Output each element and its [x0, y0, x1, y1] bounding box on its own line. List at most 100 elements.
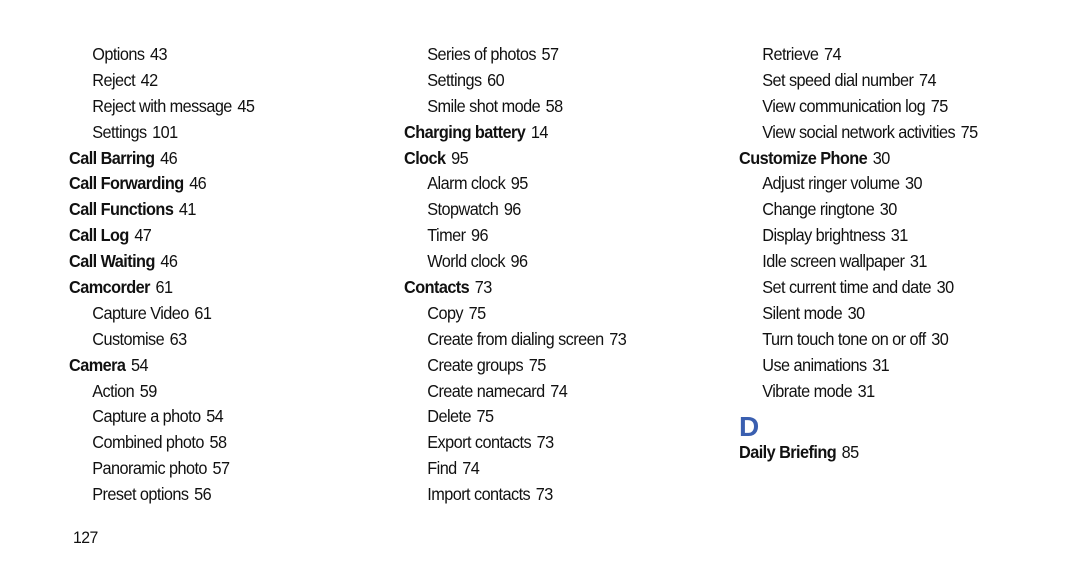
page-reference[interactable]: 46	[189, 173, 207, 193]
page-reference[interactable]: 95	[451, 148, 469, 168]
index-entry: Call Barring 46	[69, 146, 254, 172]
page-reference[interactable]: 31	[910, 251, 928, 271]
index-term: Smile shot mode	[427, 95, 541, 116]
index-term: Call Log	[69, 225, 129, 246]
page-reference[interactable]: 58	[209, 432, 227, 452]
page-reference[interactable]: 95	[511, 173, 529, 193]
index-term: Idle screen wallpaper	[762, 251, 905, 272]
index-term: Alarm clock	[427, 173, 506, 194]
page-reference[interactable]: 30	[873, 148, 891, 168]
page-reference[interactable]: 43	[150, 44, 168, 64]
page-reference[interactable]: 96	[471, 225, 489, 245]
page-reference[interactable]: 75	[469, 303, 487, 323]
index-term: Call Waiting	[69, 251, 155, 272]
index-subentry: View communication log 75	[739, 94, 978, 120]
page-reference[interactable]: 30	[931, 329, 949, 349]
page-reference[interactable]: 59	[140, 381, 158, 401]
page-reference[interactable]: 61	[155, 277, 173, 297]
index-term: Create from dialing screen	[427, 328, 604, 349]
page-reference[interactable]: 54	[206, 406, 224, 426]
page-reference[interactable]: 30	[937, 277, 955, 297]
index-subentry: Adjust ringer volume 30	[739, 171, 978, 197]
index-term: Call Functions	[69, 199, 174, 220]
index-term: Customise	[92, 328, 165, 349]
index-term: Create namecard	[427, 380, 545, 401]
index-term: Retrieve	[762, 44, 819, 64]
index-term: Silent mode	[762, 302, 843, 323]
page-reference[interactable]: 73	[475, 277, 493, 297]
page-reference[interactable]: 46	[160, 148, 178, 168]
page-reference[interactable]: 61	[194, 303, 212, 323]
page-reference[interactable]: 96	[504, 199, 522, 219]
page-reference[interactable]: 75	[931, 96, 949, 116]
index-subentry: Change ringtone 30	[739, 197, 978, 223]
index-subentry: View social network activities 75	[739, 120, 978, 146]
page-reference[interactable]: 74	[824, 44, 842, 64]
page-reference[interactable]: 73	[537, 432, 555, 452]
index-subentry: Settings 60	[404, 68, 626, 94]
index-term: Import contacts	[427, 484, 531, 505]
page-reference[interactable]: 73	[536, 484, 554, 504]
index-term: Stopwatch	[427, 199, 499, 220]
index-term: Copy	[427, 302, 464, 323]
page-reference[interactable]: 60	[487, 70, 505, 90]
page-reference[interactable]: 57	[213, 458, 231, 478]
page-reference[interactable]: 73	[609, 329, 627, 349]
index-term: Display brightness	[762, 225, 886, 246]
page-reference[interactable]: 101	[152, 122, 178, 142]
page-reference[interactable]: 96	[510, 251, 528, 271]
index-entry: Camera 54	[69, 353, 254, 379]
page-reference[interactable]: 74	[550, 381, 568, 401]
index-entry: Contacts 73	[404, 275, 626, 301]
page-reference[interactable]: 30	[848, 303, 866, 323]
page-reference[interactable]: 46	[160, 251, 178, 271]
page-reference[interactable]: 75	[961, 122, 979, 142]
page-reference[interactable]: 75	[477, 406, 495, 426]
index-term: Delete	[427, 406, 471, 427]
index-subentry: Alarm clock 95	[404, 171, 626, 197]
page-reference[interactable]: 30	[905, 173, 923, 193]
index-term: Preset options	[92, 484, 189, 505]
page-reference[interactable]: 47	[134, 225, 152, 245]
index-column-2: Series of photos 57 Settings 60 Smile shot m…	[404, 42, 643, 508]
page-reference[interactable]: 31	[891, 225, 909, 245]
index-term: Options	[92, 44, 145, 64]
index-subentry: Preset options 56	[69, 482, 254, 508]
index-entry: Clock 95	[404, 146, 626, 172]
page-reference[interactable]: 57	[542, 44, 560, 64]
page-reference[interactable]: 42	[141, 70, 159, 90]
index-term: Vibrate mode	[762, 380, 853, 401]
index-term: Create groups	[427, 354, 524, 375]
page-reference[interactable]: 58	[546, 96, 564, 116]
page-reference[interactable]: 56	[194, 484, 212, 504]
page-reference[interactable]: 31	[872, 355, 890, 375]
index-term: Daily Briefing	[739, 442, 837, 463]
page-reference[interactable]: 30	[880, 199, 898, 219]
index-subentry: Create groups 75	[404, 353, 626, 379]
index-term: World clock	[427, 251, 505, 272]
page-reference[interactable]: 54	[131, 355, 149, 375]
page-reference[interactable]: 74	[919, 70, 937, 90]
index-subentry: Idle screen wallpaper 31	[739, 249, 978, 275]
page-reference[interactable]: 75	[529, 355, 547, 375]
index-term: Action	[92, 380, 135, 401]
index-subentry: Turn touch tone on or off 30	[739, 327, 978, 353]
index-subentry: Delete 75	[404, 404, 626, 430]
index-subentry: Import contacts 73	[404, 482, 626, 508]
index-term: Find	[427, 458, 457, 479]
page-reference[interactable]: 45	[237, 96, 255, 116]
page-reference[interactable]: 14	[531, 122, 549, 142]
index-term: Reject	[92, 69, 136, 90]
index-subentry: Set speed dial number 74	[739, 68, 978, 94]
index-subentry: Create from dialing screen 73	[404, 327, 626, 353]
index-term: Panoramic photo	[92, 458, 207, 479]
index-term: Timer	[427, 225, 466, 246]
page-reference[interactable]: 63	[170, 329, 188, 349]
page-reference[interactable]: 31	[858, 381, 876, 401]
index-term: Reject with message	[92, 95, 232, 116]
page-reference[interactable]: 85	[842, 442, 860, 462]
index-subentry: Retrieve 74	[739, 42, 978, 68]
page-reference[interactable]: 74	[462, 458, 480, 478]
page-reference[interactable]: 41	[179, 199, 197, 219]
index-subentry: Vibrate mode 31	[739, 379, 978, 405]
